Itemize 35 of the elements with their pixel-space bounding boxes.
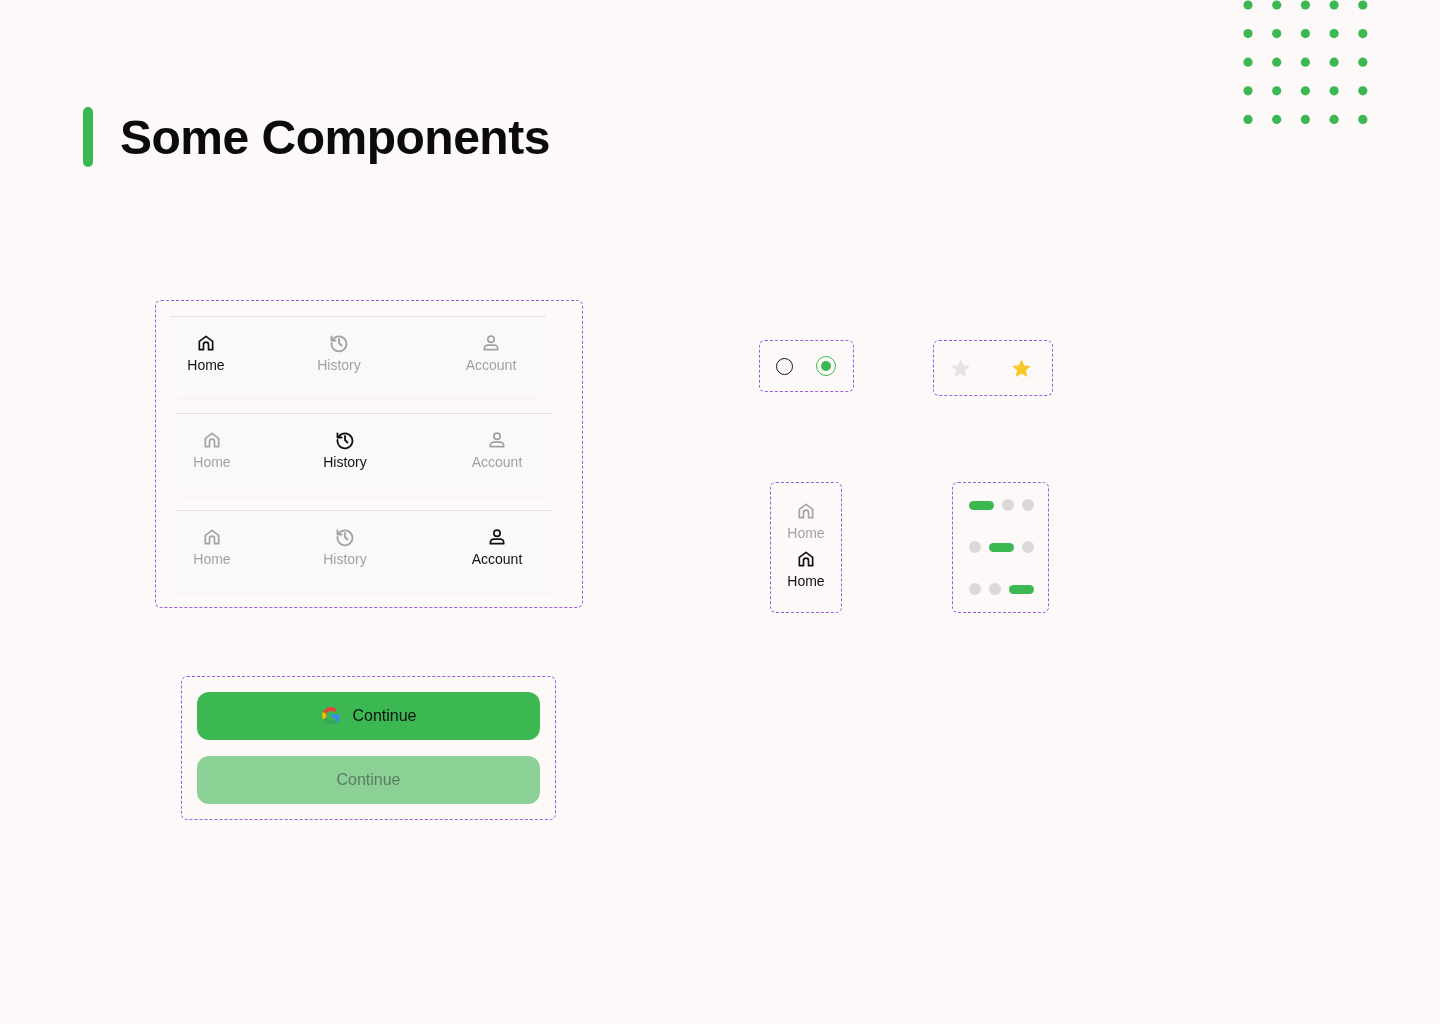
nav-tab[interactable]: Account xyxy=(436,317,546,397)
page-dot[interactable] xyxy=(1002,499,1014,511)
page-dot[interactable] xyxy=(969,541,981,553)
nav-tab[interactable]: Account xyxy=(442,511,552,591)
nav-tab[interactable]: Home xyxy=(170,317,242,397)
person-icon xyxy=(481,333,501,353)
accent-bar xyxy=(83,107,93,167)
house-icon xyxy=(796,549,816,569)
nav-tab[interactable]: History xyxy=(242,317,436,397)
active-page-indicator[interactable] xyxy=(969,500,994,510)
history-icon xyxy=(329,333,349,353)
star-icon[interactable] xyxy=(1010,356,1033,380)
nav-tab[interactable]: Home xyxy=(787,541,825,589)
house-icon xyxy=(796,501,816,521)
page-dot[interactable] xyxy=(1022,541,1034,553)
page-dot[interactable] xyxy=(969,583,981,595)
page-title: Some Components xyxy=(120,109,550,165)
nav-tab[interactable]: Home xyxy=(176,414,248,494)
history-icon xyxy=(335,430,355,450)
history-icon xyxy=(335,527,355,547)
person-icon xyxy=(487,430,507,450)
active-page-indicator[interactable] xyxy=(989,542,1014,552)
house-icon xyxy=(202,527,222,547)
person-icon xyxy=(487,527,507,547)
page-dot[interactable] xyxy=(1022,499,1034,511)
nav-tab[interactable]: Home xyxy=(787,487,825,541)
house-icon xyxy=(196,333,216,353)
nav-tab[interactable]: History xyxy=(248,414,442,494)
house-icon xyxy=(202,430,222,450)
continue-button[interactable]: Continue xyxy=(197,692,540,740)
active-page-indicator[interactable] xyxy=(1009,584,1034,594)
nav-tab[interactable]: Home xyxy=(176,511,248,591)
page-dot[interactable] xyxy=(989,583,1001,595)
nav-tab[interactable]: History xyxy=(248,511,442,591)
nav-tab[interactable]: Account xyxy=(442,414,552,494)
